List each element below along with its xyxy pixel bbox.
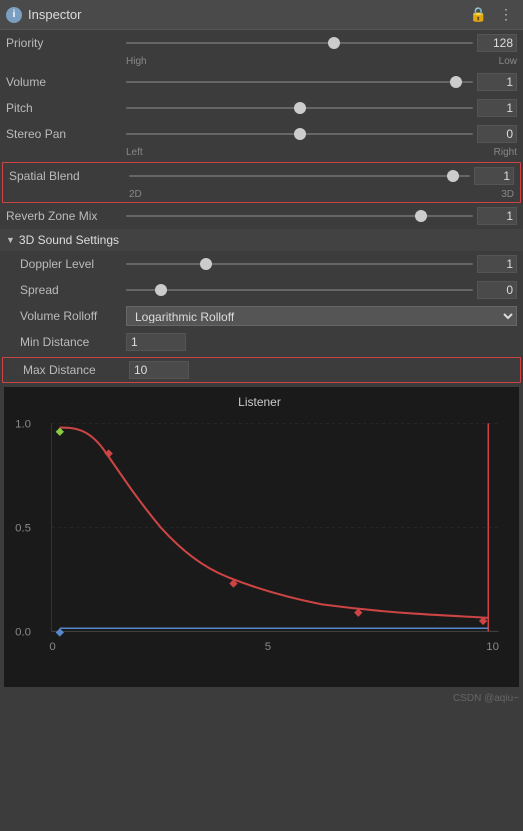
- inspector-panel: i Inspector 🔒 ⋮ Priority 128 High Low Vo…: [0, 0, 523, 706]
- stereo-pan-hints: Left Right: [0, 147, 523, 160]
- menu-button[interactable]: ⋮: [495, 4, 517, 25]
- volume-rolloff-row: Volume Rolloff Logarithmic Rolloff Linea…: [0, 303, 523, 329]
- svg-text:1.0: 1.0: [15, 419, 31, 431]
- spread-label: Spread: [6, 283, 126, 297]
- min-distance-label: Min Distance: [6, 335, 126, 349]
- max-distance-input[interactable]: [129, 361, 189, 379]
- reverb-zone-mix-slider[interactable]: [126, 208, 473, 224]
- volume-rolloff-label: Volume Rolloff: [6, 309, 126, 323]
- reverb-zone-mix-control: 1: [126, 207, 517, 225]
- spatial-blend-hint-left: 2D: [129, 189, 142, 200]
- spatial-blend-value[interactable]: 1: [474, 167, 514, 185]
- max-distance-label: Max Distance: [9, 363, 129, 377]
- pitch-value[interactable]: 1: [477, 99, 517, 117]
- spatial-blend-hint-right: 3D: [501, 189, 514, 200]
- rolloff-chart: 1.0 0.5 0.0 0 5 10: [8, 413, 511, 673]
- header-left: i Inspector: [6, 7, 81, 23]
- inspector-header: i Inspector 🔒 ⋮: [0, 0, 523, 30]
- stereo-pan-value[interactable]: 0: [477, 125, 517, 143]
- stereo-pan-slider[interactable]: [126, 126, 473, 142]
- stereo-pan-label: Stereo Pan: [6, 127, 126, 141]
- spatial-blend-control: 1: [129, 167, 514, 185]
- spread-slider[interactable]: [126, 282, 473, 298]
- svg-text:0.0: 0.0: [15, 627, 31, 639]
- priority-control: 128: [126, 34, 517, 52]
- stereo-pan-row: Stereo Pan 0: [0, 121, 523, 147]
- priority-hints: High Low: [0, 56, 523, 69]
- spread-row: Spread 0: [0, 277, 523, 303]
- doppler-level-slider[interactable]: [126, 256, 473, 272]
- doppler-level-control: 1: [126, 255, 517, 273]
- section-triangle-icon: ▼: [6, 235, 15, 245]
- volume-label: Volume: [6, 75, 126, 89]
- spatial-blend-row: Spatial Blend 1: [3, 163, 520, 189]
- min-distance-control: [126, 333, 517, 351]
- reverb-zone-mix-label: Reverb Zone Mix: [6, 209, 126, 223]
- priority-slider[interactable]: [126, 35, 473, 51]
- priority-hint-right: Low: [499, 56, 517, 67]
- volume-value[interactable]: 1: [477, 73, 517, 91]
- min-distance-row: Min Distance: [0, 329, 523, 355]
- pitch-control: 1: [126, 99, 517, 117]
- spatial-blend-slider[interactable]: [129, 168, 470, 184]
- chart-area: Listener 1.0 0.5 0.0 0 5 10: [4, 387, 519, 687]
- inspector-title: Inspector: [28, 7, 81, 22]
- doppler-level-row: Doppler Level 1: [0, 251, 523, 277]
- max-distance-highlight: Max Distance: [2, 357, 521, 383]
- priority-value[interactable]: 128: [477, 34, 517, 52]
- doppler-level-value[interactable]: 1: [477, 255, 517, 273]
- min-distance-input[interactable]: [126, 333, 186, 351]
- stereo-pan-hint-left: Left: [126, 147, 143, 158]
- volume-rolloff-control: Logarithmic Rolloff Linear Rolloff Custo…: [126, 306, 517, 326]
- spatial-blend-hints: 2D 3D: [3, 189, 520, 202]
- watermark: CSDN @aqiu~: [0, 691, 523, 706]
- priority-hint-left: High: [126, 56, 147, 67]
- spread-control: 0: [126, 281, 517, 299]
- stereo-pan-control: 0: [126, 125, 517, 143]
- reverb-zone-mix-value[interactable]: 1: [477, 207, 517, 225]
- section-3d-label: 3D Sound Settings: [19, 233, 119, 247]
- header-actions: 🔒 ⋮: [466, 4, 517, 25]
- svg-text:0.5: 0.5: [15, 523, 31, 535]
- 3d-sound-settings-header[interactable]: ▼ 3D Sound Settings: [0, 229, 523, 251]
- lock-button[interactable]: 🔒: [466, 4, 491, 25]
- volume-slider[interactable]: [126, 74, 473, 90]
- svg-text:10: 10: [486, 641, 499, 653]
- volume-control: 1: [126, 73, 517, 91]
- volume-row: Volume 1: [0, 69, 523, 95]
- svg-text:0: 0: [49, 641, 55, 653]
- svg-text:5: 5: [265, 641, 271, 653]
- priority-label: Priority: [6, 36, 126, 50]
- pitch-slider[interactable]: [126, 100, 473, 116]
- stereo-pan-hint-right: Right: [494, 147, 517, 158]
- volume-rolloff-select[interactable]: Logarithmic Rolloff Linear Rolloff Custo…: [126, 306, 517, 326]
- spread-value[interactable]: 0: [477, 281, 517, 299]
- inspector-icon: i: [6, 7, 22, 23]
- doppler-level-label: Doppler Level: [6, 257, 126, 271]
- pitch-label: Pitch: [6, 101, 126, 115]
- chart-title: Listener: [8, 395, 511, 409]
- reverb-zone-mix-row: Reverb Zone Mix 1: [0, 203, 523, 229]
- volume-rolloff-dropdown-container: Logarithmic Rolloff Linear Rolloff Custo…: [126, 306, 517, 326]
- spatial-blend-highlight: Spatial Blend 1 2D 3D: [2, 162, 521, 203]
- spatial-blend-label: Spatial Blend: [9, 169, 129, 183]
- pitch-row: Pitch 1: [0, 95, 523, 121]
- max-distance-control: [129, 361, 514, 379]
- priority-row: Priority 128: [0, 30, 523, 56]
